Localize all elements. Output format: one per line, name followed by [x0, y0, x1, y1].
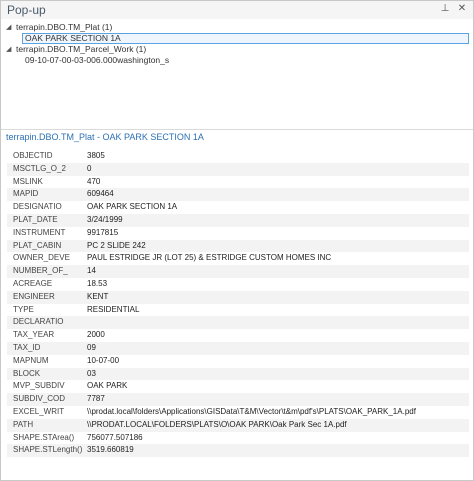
attribute-value: KENT [87, 291, 109, 301]
attribute-table: OBJECTID 3805 MSCTLG_O_2 0 MSLINK 470 MAPID 609… [7, 150, 469, 458]
attribute-name: PLAT_DATE [13, 214, 58, 224]
attribute-value: OAK PARK [87, 381, 128, 391]
feature-tree: ◢ terrapin.DBO.TM_Plat (1) OAK PARK SECT… [1, 21, 473, 129]
attribute-name: ACREAGE [13, 278, 53, 288]
attribute-name: SHAPE.STArea() [13, 432, 75, 442]
attribute-row: MAPID 609464 [7, 188, 469, 202]
pane-title: Pop-up [7, 3, 46, 17]
attribute-row: MAPNUM 10-07-00 [7, 355, 469, 368]
attribute-name: SUBDIV_COD [13, 394, 66, 404]
tree-layer-parcel-work[interactable]: terrapin.DBO.TM_Parcel_Work (1) [16, 44, 146, 55]
triangle-down-icon[interactable]: ◢ [6, 22, 11, 33]
attribute-row: PLAT_DATE 3/24/1999 [7, 213, 469, 227]
pin-icon[interactable]: ⊥ [439, 3, 451, 15]
attribute-name: BLOCK [13, 368, 41, 378]
attribute-name: PLAT_CABIN [13, 240, 62, 250]
attribute-row: TYPE RESIDENTIAL [7, 304, 469, 317]
attribute-name: ENGINEER [13, 291, 55, 301]
attribute-row: NUMBER_OF_ 14 [7, 265, 469, 278]
attribute-value: 2000 [87, 330, 105, 340]
attribute-name: PATH [13, 419, 34, 429]
attribute-name: MSLINK [13, 176, 43, 186]
attribute-row: PLAT_CABIN PC 2 SLIDE 242 [7, 239, 469, 253]
attribute-value: 18.53 [87, 278, 108, 288]
attribute-name: DECLARATIO [13, 317, 64, 327]
attribute-name: MVP_SUBDIV [13, 381, 65, 391]
attribute-value: 14 [87, 266, 96, 276]
attribute-value: 0 [87, 163, 92, 173]
attribute-row: TAX_ID 09 [7, 341, 469, 355]
attribute-value: 470 [87, 176, 101, 186]
attribute-value: 10-07-00 [87, 355, 120, 365]
close-icon[interactable]: ✕ [456, 3, 468, 15]
attribute-value: 03 [87, 368, 96, 378]
title-bar: Pop-up ⊥ ✕ [1, 1, 473, 19]
attribute-row: ACREAGE 18.53 [7, 278, 469, 291]
attribute-value: 3519.660819 [87, 445, 134, 455]
attribute-row: DESIGNATIO OAK PARK SECTION 1A [7, 201, 469, 214]
attribute-value: \\prodat.local\folders\Applications\GISD… [87, 406, 416, 416]
attribute-row: OBJECTID 3805 [7, 150, 469, 163]
attribute-value: OAK PARK SECTION 1A [87, 202, 178, 212]
attribute-value: PAUL ESTRIDGE JR (LOT 25) & ESTRIDGE CUS… [87, 253, 332, 263]
attribute-row: MVP_SUBDIV OAK PARK [7, 380, 469, 393]
attribute-name: SHAPE.STLength() [13, 445, 83, 455]
attribute-value: 609464 [87, 189, 114, 199]
attribute-row: BLOCK 03 [7, 367, 469, 381]
attribute-row: ENGINEER KENT [7, 290, 469, 304]
attribute-row: SHAPE.STArea() 756077.507186 [7, 432, 469, 445]
attribute-row: TAX_YEAR 2000 [7, 329, 469, 342]
attribute-row: SUBDIV_COD 7787 [7, 393, 469, 406]
attribute-value: 756077.507186 [87, 432, 143, 442]
attribute-name: MAPNUM [13, 355, 49, 365]
attribute-value: RESIDENTIAL [87, 304, 140, 314]
attribute-row: OWNER_DEVE PAUL ESTRIDGE JR (LOT 25) & ES… [7, 252, 469, 265]
attribute-name: TAX_YEAR [13, 330, 55, 340]
attribute-value: 7787 [87, 394, 105, 404]
attribute-value: 3/24/1999 [87, 214, 123, 224]
attribute-value: 09 [87, 342, 96, 352]
attribute-name: OWNER_DEVE [13, 253, 70, 263]
attribute-value: PC 2 SLIDE 242 [87, 240, 146, 250]
attribute-name: NUMBER_OF_ [13, 266, 68, 276]
tree-feature-parcel[interactable]: 09-10-07-00-03-006.000washington_s [25, 55, 169, 66]
attribute-value: 9917815 [87, 227, 119, 237]
attribute-row: PATH \\PRODAT.LOCAL\FOLDERS\PLATS\O\OAK P… [7, 418, 469, 432]
attribute-row: EXCEL_WRIT \\prodat.local\folders\Applica… [7, 406, 469, 419]
attribute-value: 3805 [87, 151, 105, 160]
attribute-row: MSLINK 470 [7, 176, 469, 189]
triangle-down-icon[interactable]: ◢ [6, 44, 11, 55]
attribute-name: TAX_ID [13, 342, 41, 352]
attribute-name: MSCTLG_O_2 [13, 163, 66, 173]
attribute-value: \\PRODAT.LOCAL\FOLDERS\PLATS\O\OAK PARK\… [87, 419, 347, 429]
attribute-name: MAPID [13, 189, 39, 199]
attribute-name: DESIGNATIO [13, 202, 62, 212]
tree-feature-oak-park[interactable]: OAK PARK SECTION 1A [25, 33, 121, 44]
attribute-name: EXCEL_WRIT [13, 406, 65, 416]
attribute-row: DECLARATIO [7, 316, 469, 330]
attribute-row: MSCTLG_O_2 0 [7, 162, 469, 176]
attribute-name: OBJECTID [13, 151, 53, 160]
attribute-row: SHAPE.STLength() 3519.660819 [7, 444, 469, 458]
divider [1, 129, 473, 130]
detail-title[interactable]: terrapin.DBO.TM_Plat - OAK PARK SECTION … [6, 132, 204, 142]
attribute-name: TYPE [13, 304, 34, 314]
attribute-name: INSTRUMENT [13, 227, 66, 237]
tree-layer-plat[interactable]: terrapin.DBO.TM_Plat (1) [16, 22, 112, 33]
attribute-row: INSTRUMENT 9917815 [7, 227, 469, 240]
popup-pane: Pop-up ⊥ ✕ ◢ terrapin.DBO.TM_Plat (1) OA… [0, 0, 474, 481]
